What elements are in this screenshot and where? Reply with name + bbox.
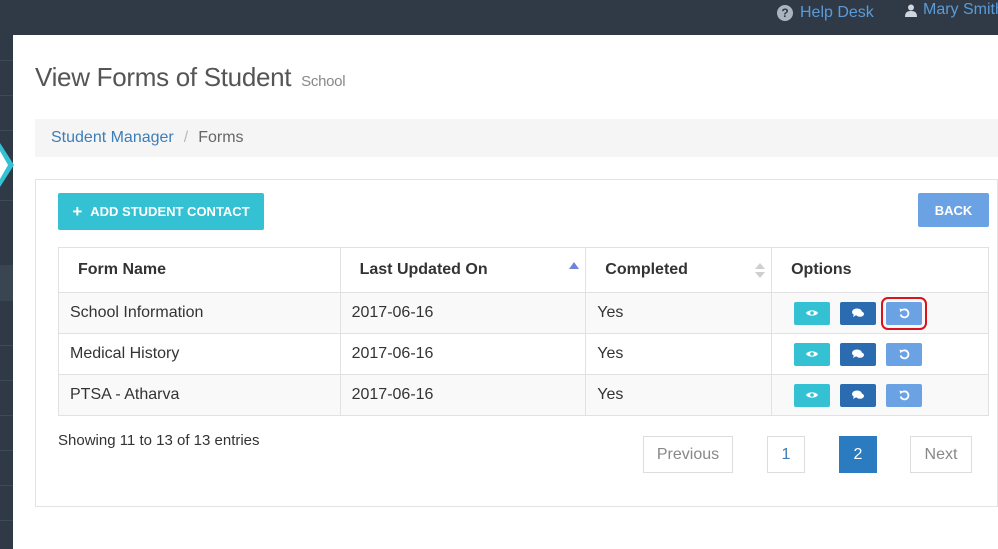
forms-table: Form Name Last Updated On Completed Opti… — [58, 247, 989, 416]
eye-icon — [806, 310, 819, 316]
page-title: View Forms of Student School — [35, 62, 346, 93]
column-header-last-updated[interactable]: Last Updated On — [339, 247, 587, 293]
table-row: Medical History 2017-06-16 Yes — [58, 333, 989, 375]
sort-ascending-icon — [569, 262, 580, 269]
reset-button[interactable] — [886, 342, 923, 366]
page-title-text: View Forms of Student — [35, 62, 292, 92]
comments-button[interactable] — [840, 383, 877, 407]
reset-button[interactable] — [886, 383, 923, 407]
eye-icon — [806, 351, 819, 357]
question-circle-icon: ? — [777, 5, 793, 21]
table-info: Showing 11 to 13 of 13 entries — [58, 432, 260, 449]
sidebar-divider — [0, 380, 13, 381]
view-button[interactable] — [794, 342, 831, 366]
help-desk-label: Help Desk — [800, 4, 874, 21]
sidebar-divider — [0, 415, 13, 416]
undo-icon — [899, 349, 909, 359]
view-button[interactable] — [794, 301, 831, 325]
table-header-row: Form Name Last Updated On Completed Opti… — [58, 247, 989, 293]
undo-icon — [899, 390, 909, 400]
cell-last-updated: 2017-06-16 — [339, 292, 587, 334]
user-icon — [905, 4, 917, 17]
cell-options — [771, 374, 989, 416]
user-name: Mary Smith — [923, 1, 998, 18]
reset-button[interactable] — [881, 296, 928, 330]
pagination-page-2[interactable]: 2 — [839, 436, 877, 473]
column-header-completed[interactable]: Completed — [585, 247, 773, 293]
column-header-label: Last Updated On — [359, 261, 488, 278]
table-row: School Information 2017-06-16 Yes — [58, 292, 989, 334]
cell-completed: Yes — [585, 333, 773, 375]
sidebar-active-pointer-inner — [0, 151, 8, 179]
user-menu[interactable]: Mary Smith — [905, 1, 998, 19]
column-header-options: Options — [771, 247, 989, 293]
add-student-contact-label: ADD STUDENT CONTACT — [90, 204, 250, 219]
page-subtitle: School — [301, 73, 346, 90]
sidebar-divider — [0, 60, 13, 61]
comments-icon — [852, 308, 865, 317]
pagination-previous[interactable]: Previous — [643, 436, 733, 473]
comments-button[interactable] — [840, 301, 877, 325]
sidebar-divider — [0, 130, 13, 131]
comments-icon — [852, 349, 865, 358]
cell-options — [771, 333, 989, 375]
cell-form-name: Medical History — [58, 333, 341, 375]
back-button[interactable]: BACK — [918, 193, 989, 227]
breadcrumb-separator: / — [183, 129, 189, 146]
undo-icon — [899, 308, 909, 318]
breadcrumb-forms: Forms — [198, 129, 244, 146]
column-header-label: Completed — [605, 261, 688, 278]
column-header-label: Options — [791, 261, 852, 278]
view-button[interactable] — [794, 383, 831, 407]
help-desk-link[interactable]: ? Help Desk — [777, 4, 874, 22]
cell-form-name: PTSA - Atharva — [58, 374, 341, 416]
add-student-contact-button[interactable]: + ADD STUDENT CONTACT — [58, 193, 264, 230]
sidebar-divider — [0, 520, 13, 521]
column-header-form-name[interactable]: Form Name — [58, 247, 341, 293]
eye-icon — [806, 392, 819, 398]
cell-completed: Yes — [585, 374, 773, 416]
sidebar-divider — [0, 485, 13, 486]
cell-completed: Yes — [585, 292, 773, 334]
sidebar-divider — [0, 95, 13, 96]
sort-icon — [755, 263, 766, 279]
sidebar-divider — [0, 200, 13, 201]
cell-last-updated: 2017-06-16 — [339, 333, 587, 375]
comments-icon — [852, 390, 865, 399]
cell-form-name: School Information — [58, 292, 341, 334]
sidebar-divider — [0, 450, 13, 451]
sidebar — [0, 35, 13, 549]
cell-options — [771, 292, 989, 334]
column-header-label: Form Name — [78, 261, 167, 278]
comments-button[interactable] — [840, 342, 877, 366]
plus-icon: + — [72, 202, 83, 221]
cell-last-updated: 2017-06-16 — [339, 374, 587, 416]
sidebar-item-active[interactable] — [0, 265, 13, 301]
breadcrumb-student-manager[interactable]: Student Manager — [51, 129, 174, 147]
pagination-page-1[interactable]: 1 — [767, 436, 805, 473]
table-row: PTSA - Atharva 2017-06-16 Yes — [58, 374, 989, 416]
sidebar-divider — [0, 345, 13, 346]
top-navbar: ? Help Desk Mary Smith — [0, 0, 998, 35]
pagination-next[interactable]: Next — [910, 436, 972, 473]
breadcrumb: Student Manager / Forms — [35, 119, 998, 157]
